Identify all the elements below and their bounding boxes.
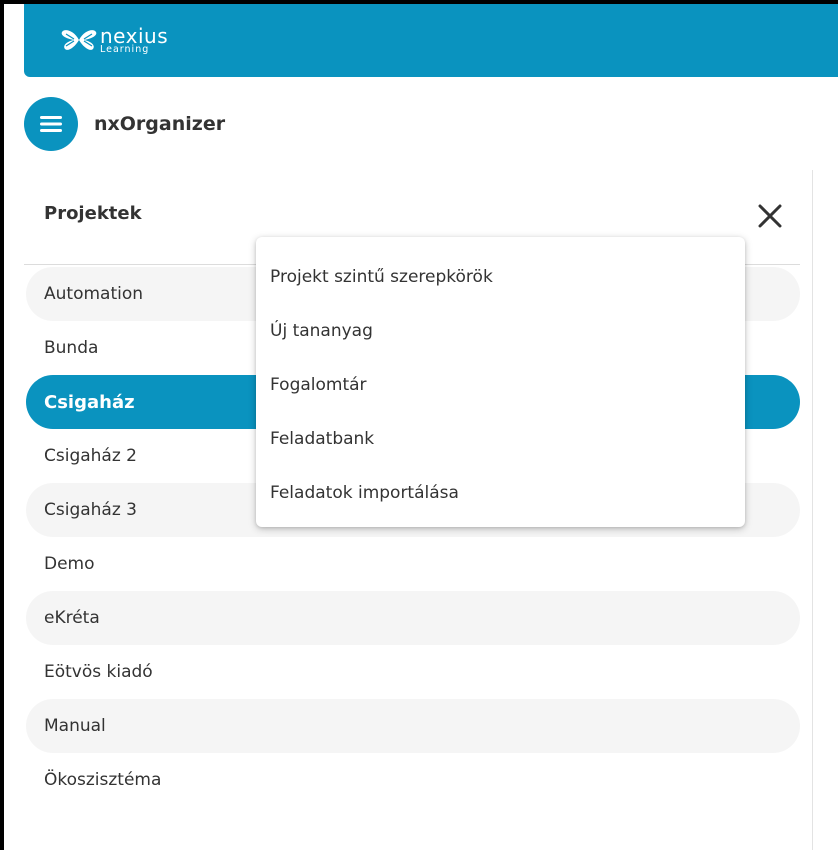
context-menu-item[interactable]: Projekt szintű szerepkörök: [256, 250, 745, 304]
panel-title: Projektek: [44, 203, 142, 224]
context-menu-item[interactable]: Feladatok importálása: [256, 466, 745, 520]
top-bar: nexius Learning: [24, 4, 838, 77]
context-menu-item[interactable]: Új tananyag: [256, 304, 745, 358]
hamburger-menu-icon: [40, 116, 62, 132]
project-item[interactable]: Ökoszisztéma: [26, 753, 800, 807]
project-item[interactable]: Manual: [26, 699, 800, 753]
context-menu-item[interactable]: Fogalomtár: [256, 358, 745, 412]
project-context-menu: Projekt szintű szerepkörök Új tananyag Fog…: [256, 237, 745, 527]
app-title: nxOrganizer: [94, 113, 226, 135]
close-button[interactable]: [752, 198, 788, 234]
project-item[interactable]: Eötvös kiadó: [26, 645, 800, 699]
content-divider: [812, 170, 813, 850]
brand-word: nexius: [100, 24, 169, 48]
project-item[interactable]: eKréta: [26, 591, 800, 645]
context-menu-item[interactable]: Feladatbank: [256, 412, 745, 466]
brand-logo[interactable]: nexius Learning: [60, 26, 168, 55]
menu-button[interactable]: [24, 97, 78, 151]
close-icon: [758, 204, 782, 228]
project-item[interactable]: Demo: [26, 537, 800, 591]
brand-subtitle: Learning: [100, 44, 150, 55]
app-header: nxOrganizer: [24, 96, 225, 152]
butterfly-logo-icon: [61, 30, 97, 51]
